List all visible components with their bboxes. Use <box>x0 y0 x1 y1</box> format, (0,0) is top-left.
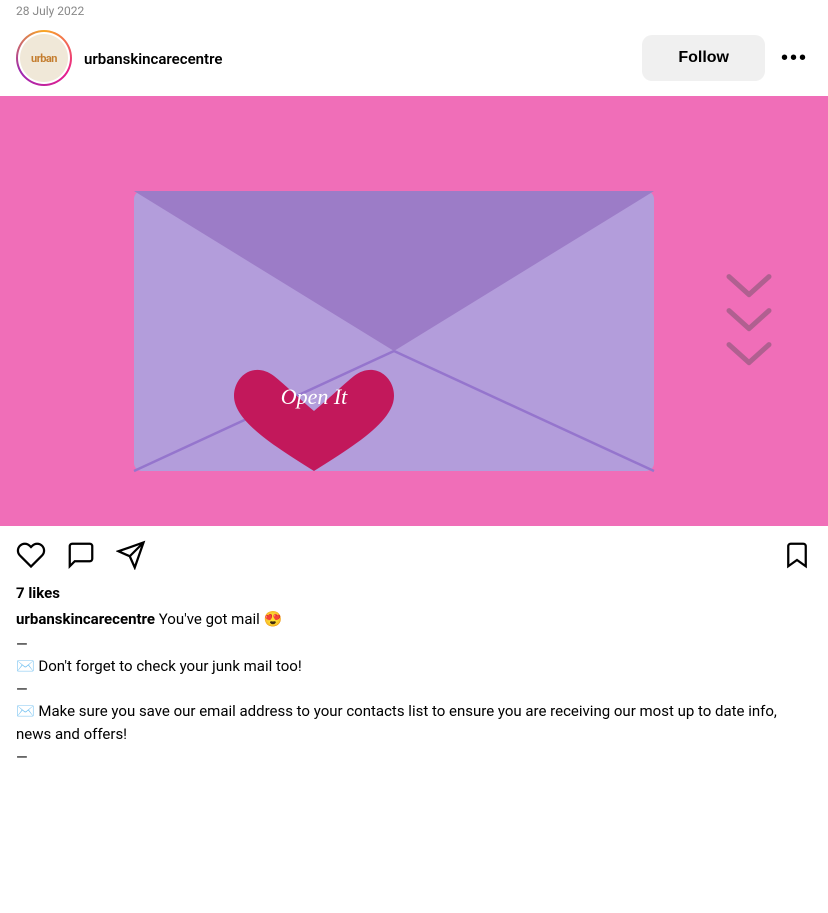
share-button[interactable] <box>116 540 146 570</box>
send-icon <box>116 540 146 570</box>
comment-icon <box>66 540 96 570</box>
caption-line-2: ✉️ Make sure you save our email address … <box>16 700 812 747</box>
dash-3: — <box>16 748 812 766</box>
dash-2: — <box>16 680 812 698</box>
chevrons-container <box>725 273 773 369</box>
bookmark-icon <box>782 540 812 570</box>
post-content: 7 likes urbanskincarecentre You've got m… <box>0 584 828 766</box>
likes-count[interactable]: 7 likes <box>16 584 812 602</box>
avatar: urban <box>20 34 68 82</box>
caption: urbanskincarecentre You've got mail 😍 <box>16 608 812 631</box>
like-button[interactable] <box>16 540 46 570</box>
svg-text:Open It: Open It <box>281 384 348 409</box>
date-bar: 28 July 2022 <box>0 0 828 20</box>
post-header: urban urbanskincarecentre Follow ••• <box>0 20 828 96</box>
comment-button[interactable] <box>66 540 96 570</box>
more-options-button[interactable]: ••• <box>777 47 812 70</box>
action-bar <box>0 526 828 584</box>
chevron-2 <box>725 307 773 335</box>
caption-handle[interactable]: urbanskincarecentre <box>16 610 155 628</box>
caption-line-1: ✉️ Don't forget to check your junk mail … <box>16 655 812 678</box>
avatar-inner: urban <box>18 32 70 84</box>
envelope-container: Open It <box>114 131 674 491</box>
chevron-3 <box>725 341 773 369</box>
bookmark-button[interactable] <box>782 540 812 570</box>
follow-button[interactable]: Follow <box>642 35 765 81</box>
username-area: urbanskincarecentre <box>84 49 630 68</box>
dash-1: — <box>16 635 812 653</box>
post-date: 28 July 2022 <box>16 4 84 18</box>
chevron-1 <box>725 273 773 301</box>
envelope-svg: Open It <box>114 131 674 491</box>
post-image: Open It <box>0 96 828 526</box>
heart-icon <box>16 540 46 570</box>
avatar-wrapper[interactable]: urban <box>16 30 72 86</box>
username-label[interactable]: urbanskincarecentre <box>84 50 222 68</box>
caption-body: You've got mail 😍 <box>159 610 282 628</box>
